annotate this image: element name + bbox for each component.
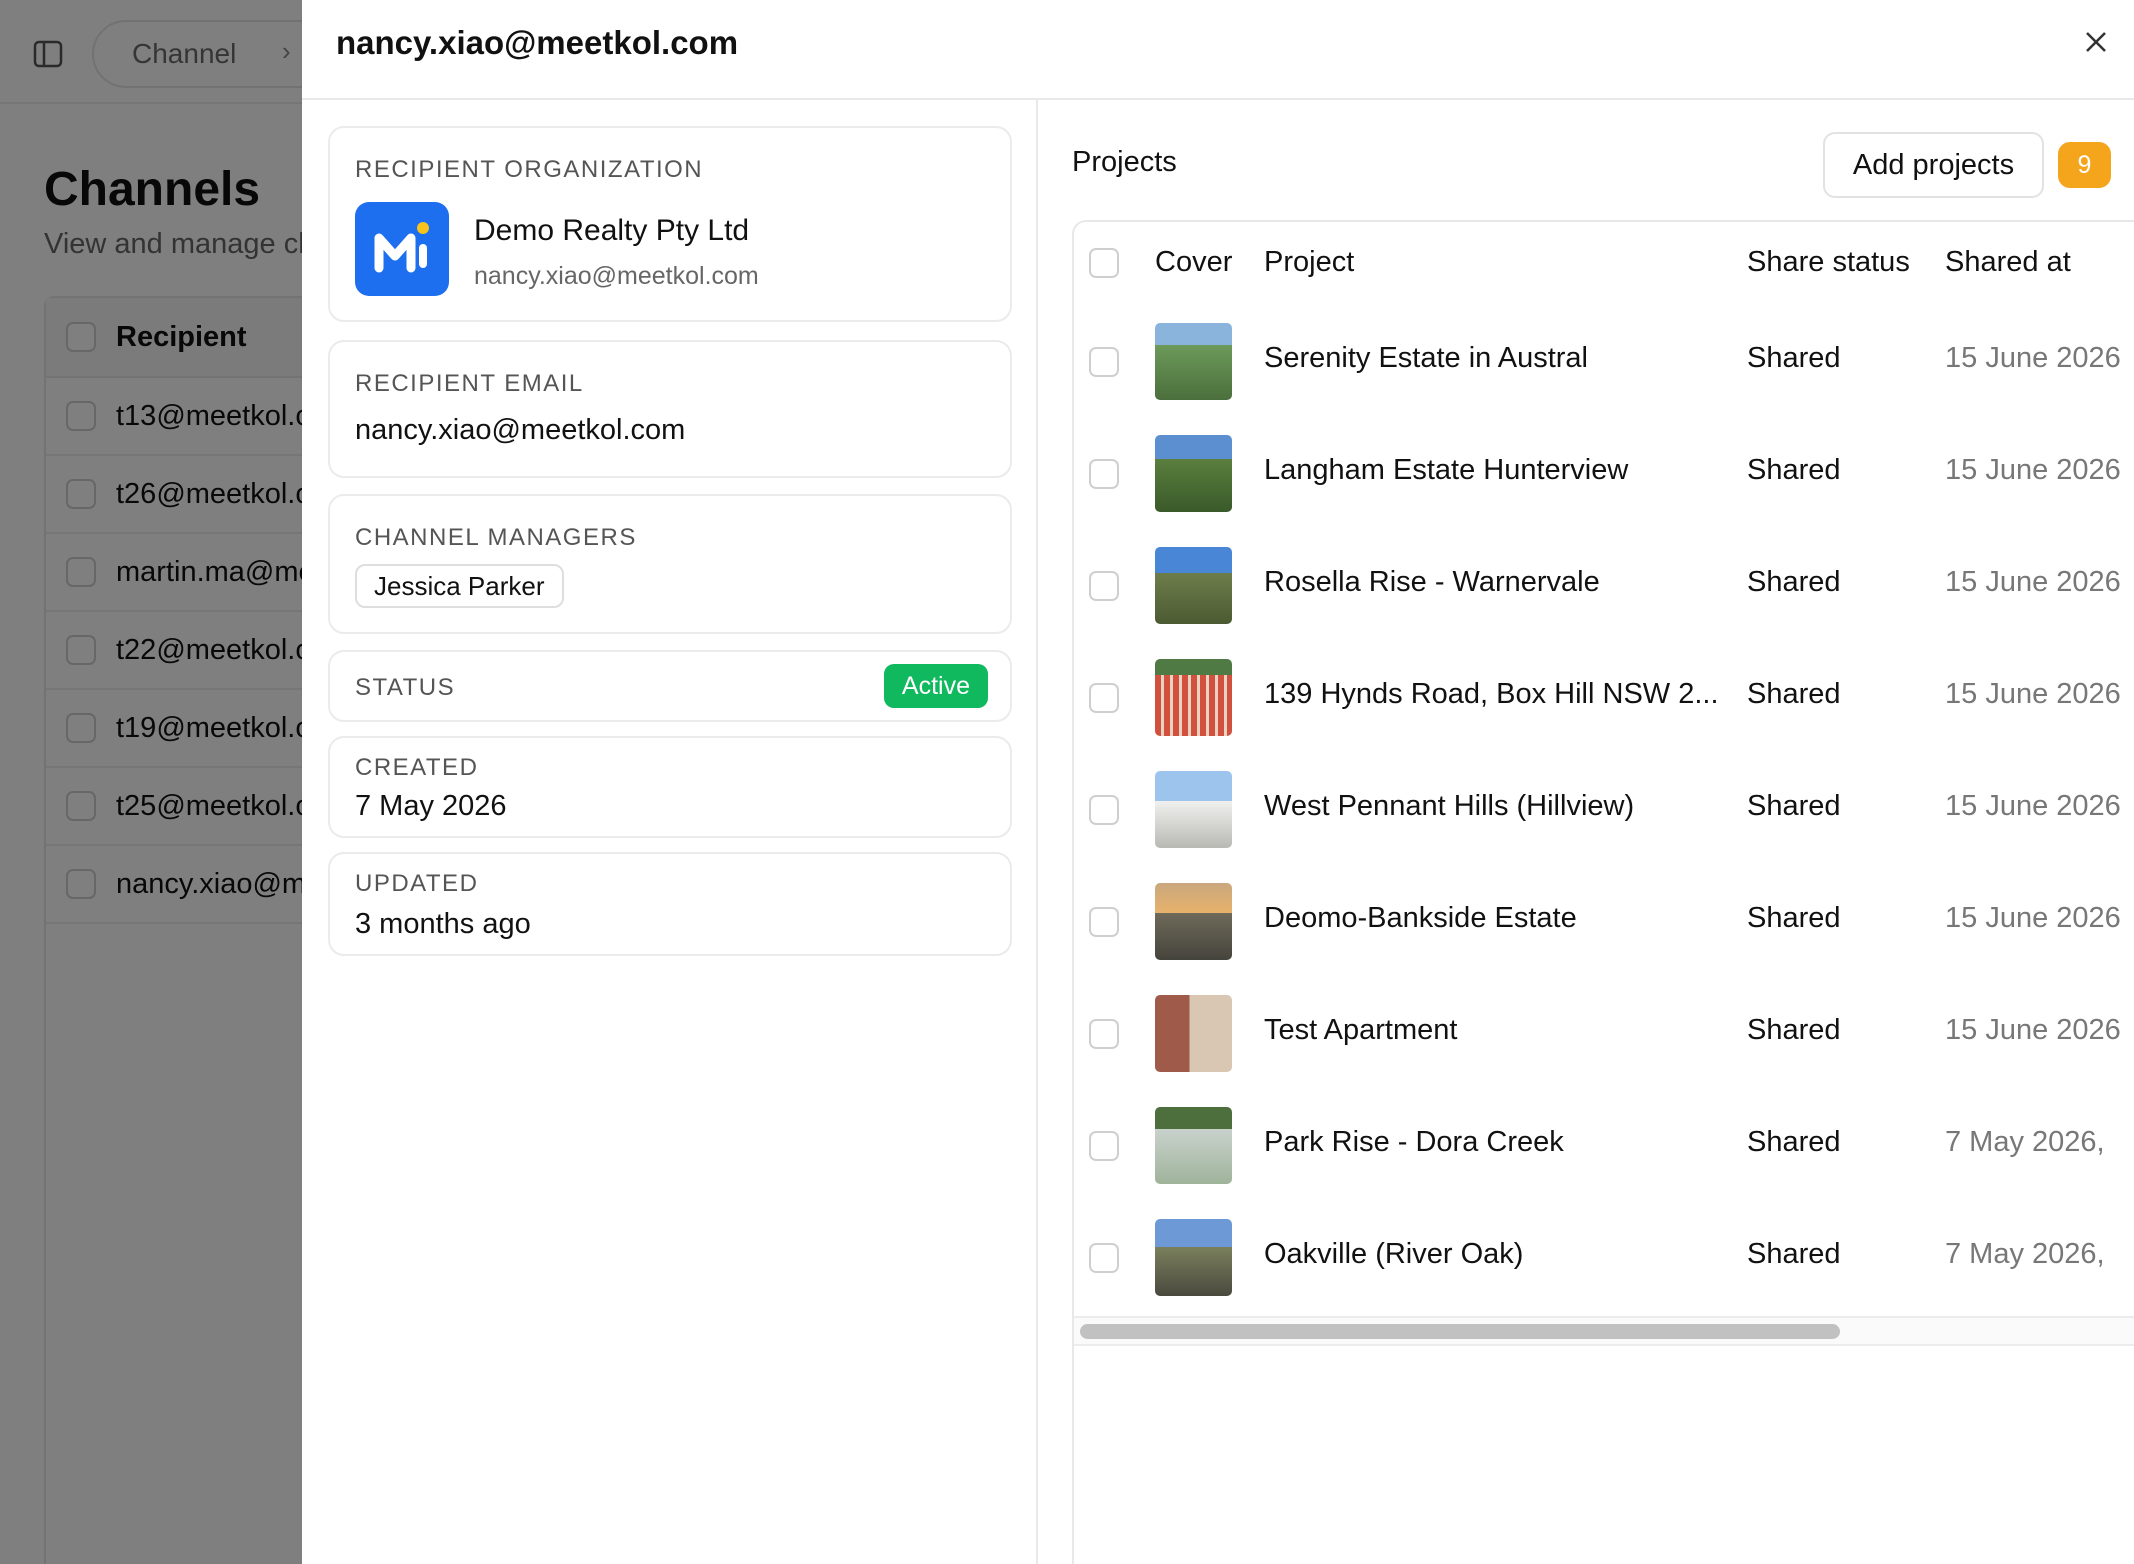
shared-at: 15 June 2026 [1945,566,2121,598]
shared-at: 15 June 2026 [1945,1014,2121,1046]
share-status: Shared [1747,790,1841,822]
select-all-checkbox[interactable] [1089,248,1119,278]
created-card: CREATED 7 May 2026 [328,736,1012,838]
table-row[interactable]: Oakville (River Oak) Shared 7 May 2026, [1074,1202,2134,1314]
row-checkbox[interactable] [1089,571,1119,601]
share-status: Shared [1747,1014,1841,1046]
table-row[interactable]: West Pennant Hills (Hillview) Shared 15 … [1074,754,2134,866]
share-status: Shared [1747,342,1841,374]
share-status: Shared [1747,1238,1841,1270]
table-row[interactable]: Deomo-Bankside Estate Shared 15 June 202… [1074,866,2134,978]
project-count-badge: 9 [2058,142,2111,188]
project-cover-image [1155,547,1232,624]
project-cover-image [1155,1107,1232,1184]
share-status: Shared [1747,566,1841,598]
share-status: Shared [1747,1126,1841,1158]
organization-email: nancy.xiao@meetkol.com [474,262,759,290]
details-column: RECIPIENT ORGANIZATION Demo Realty Pty L… [302,100,1038,1564]
shared-at: 15 June 2026 [1945,342,2121,374]
organization-name: Demo Realty Pty Ltd [474,214,750,247]
project-cover-image [1155,883,1232,960]
horizontal-scrollbar[interactable] [1074,1316,2134,1346]
row-checkbox[interactable] [1089,459,1119,489]
project-name: Langham Estate Hunterview [1264,454,1629,486]
channel-managers-card: CHANNEL MANAGERS Jessica Parker [328,494,1012,634]
shared-at: 15 June 2026 [1945,790,2121,822]
project-cover-image [1155,323,1232,400]
table-row[interactable]: Langham Estate Hunterview Shared 15 June… [1074,418,2134,530]
share-status: Shared [1747,678,1841,710]
projects-table: Cover Project Share status Shared at Ser… [1072,220,2134,1564]
scrollbar-thumb[interactable] [1080,1324,1840,1339]
shared-at: 7 May 2026, [1945,1126,2105,1158]
table-header: Cover Project Share status Shared at [1074,222,2134,306]
card-caption: CREATED [355,754,479,781]
projects-column: Projects Add projects 9 Cover Project Sh… [1038,100,2134,1564]
add-projects-button[interactable]: Add projects [1823,132,2044,198]
table-row[interactable]: Serenity Estate in Austral Shared 15 Jun… [1074,306,2134,418]
drawer-title: nancy.xiao@meetkol.com [336,24,739,61]
project-name: Test Apartment [1264,1014,1458,1046]
projects-title: Projects [1072,146,1177,178]
shared-at: 7 May 2026, [1945,1238,2105,1270]
row-checkbox[interactable] [1089,683,1119,713]
drawer-header: nancy.xiao@meetkol.com [302,0,2134,100]
column-header-share-status: Share status [1747,246,1910,278]
column-header-shared-at: Shared at [1945,246,2071,278]
project-cover-image [1155,1219,1232,1296]
table-row[interactable]: Rosella Rise - Warnervale Shared 15 June… [1074,530,2134,642]
row-checkbox[interactable] [1089,1019,1119,1049]
row-checkbox[interactable] [1089,795,1119,825]
row-checkbox[interactable] [1089,347,1119,377]
channel-detail-drawer: nancy.xiao@meetkol.com RECIPIENT ORGANIZ… [302,0,2134,1564]
status-badge: Active [883,664,988,708]
row-checkbox[interactable] [1089,1243,1119,1273]
status-card: STATUS Active [328,650,1012,722]
recipient-organization-card: RECIPIENT ORGANIZATION Demo Realty Pty L… [328,126,1012,322]
project-name: Park Rise - Dora Creek [1264,1126,1564,1158]
project-name: Rosella Rise - Warnervale [1264,566,1600,598]
shared-at: 15 June 2026 [1945,902,2121,934]
column-header-project: Project [1264,246,1355,278]
updated-value: 3 months ago [355,908,531,940]
table-row[interactable]: Park Rise - Dora Creek Shared 7 May 2026… [1074,1090,2134,1202]
table-row[interactable]: 139 Hynds Road, Box Hill NSW 2... Shared… [1074,642,2134,754]
row-checkbox[interactable] [1089,1131,1119,1161]
project-cover-image [1155,659,1232,736]
shared-at: 15 June 2026 [1945,678,2121,710]
recipient-email-card: RECIPIENT EMAIL nancy.xiao@meetkol.com [328,340,1012,478]
organization-logo [355,202,449,296]
card-caption: RECIPIENT EMAIL [355,370,584,397]
column-header-cover: Cover [1155,246,1233,278]
project-cover-image [1155,995,1232,1072]
share-status: Shared [1747,902,1841,934]
table-row[interactable]: Test Apartment Shared 15 June 2026 [1074,978,2134,1090]
project-name: West Pennant Hills (Hillview) [1264,790,1635,822]
card-caption: RECIPIENT ORGANIZATION [355,156,704,183]
project-cover-image [1155,771,1232,848]
row-checkbox[interactable] [1089,907,1119,937]
shared-at: 15 June 2026 [1945,454,2121,486]
created-value: 7 May 2026 [355,790,507,822]
project-name: Oakville (River Oak) [1264,1238,1524,1270]
project-cover-image [1155,435,1232,512]
project-name: Deomo-Bankside Estate [1264,902,1577,934]
close-icon[interactable] [2072,18,2120,66]
card-caption: CHANNEL MANAGERS [355,524,637,551]
manager-chip: Jessica Parker [355,564,564,608]
updated-card: UPDATED 3 months ago [328,852,1012,956]
project-name: Serenity Estate in Austral [1264,342,1588,374]
recipient-email-value: nancy.xiao@meetkol.com [355,414,686,446]
card-caption: UPDATED [355,870,479,897]
card-caption: STATUS [355,674,456,701]
share-status: Shared [1747,454,1841,486]
project-name: 139 Hynds Road, Box Hill NSW 2... [1264,678,1719,710]
